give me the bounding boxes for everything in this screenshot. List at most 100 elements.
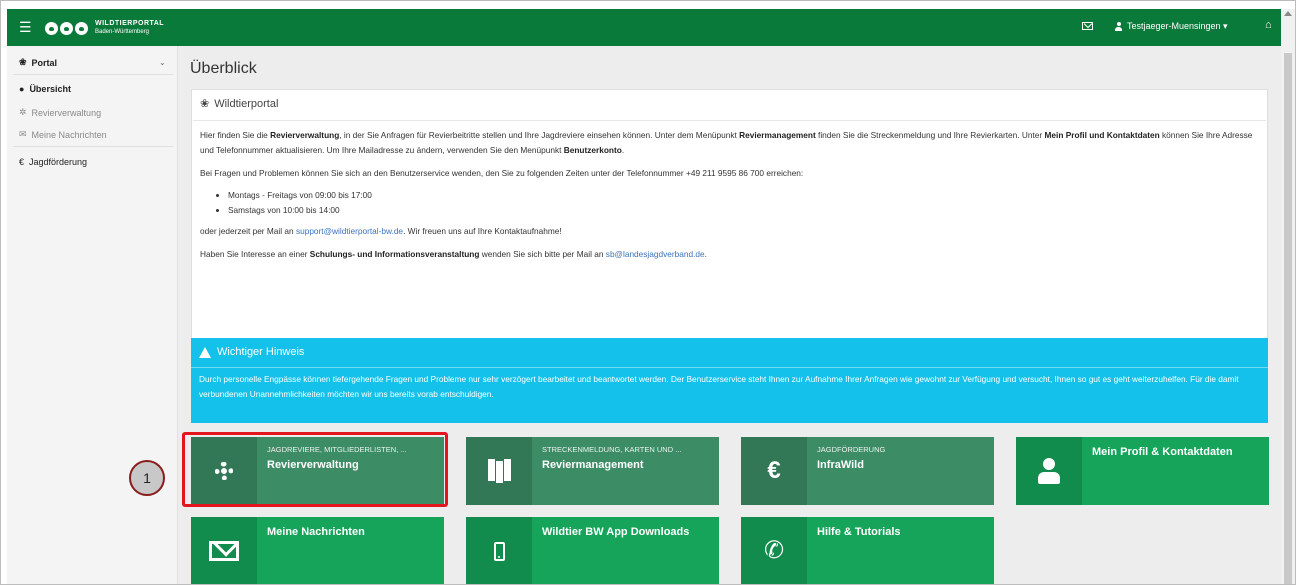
sidebar-item-jagdfoerderung[interactable]: € Jagdförderung	[19, 157, 87, 167]
intro-paragraph: Hier finden Sie die Revierverwaltung, in…	[200, 128, 1260, 158]
alert-title: Wichtiger Hinweis	[217, 346, 305, 358]
sidebar-divider	[13, 74, 173, 75]
text: .	[704, 249, 707, 259]
tile-infrawild[interactable]: € JAGDFÖRDERUNG InfraWild	[741, 437, 994, 505]
top-navbar: ☰ WILDTIERPORTAL Baden-Württemberg Testj…	[7, 9, 1281, 46]
mail-icon: ✉	[19, 129, 27, 139]
sidebar-section-label: Portal	[31, 57, 58, 68]
user-name: Testjaeger-Muensingen ▾	[1127, 21, 1228, 31]
tile-subtitle: STRECKENMELDUNG, KARTEN UND ...	[542, 445, 682, 454]
tile-subtitle: JAGDFÖRDERUNG	[817, 445, 886, 454]
mail-paragraph: oder jederzeit per Mail an support@wildt…	[200, 224, 1260, 239]
gear-icon: ✲	[19, 107, 27, 117]
bold-text: Benutzerkonto	[563, 145, 622, 155]
tile-icon-area	[191, 517, 257, 584]
map-icon	[487, 459, 511, 483]
text: . Wir freuen uns auf Ihre Kontaktaufnahm…	[403, 226, 562, 236]
portal-logo[interactable]: WILDTIERPORTAL Baden-Württemberg	[45, 20, 164, 36]
text: .	[621, 145, 625, 155]
user-menu[interactable]: Testjaeger-Muensingen ▾	[1115, 21, 1228, 32]
tile-title: Reviermanagement	[542, 459, 644, 471]
sidebar-item-nachrichten[interactable]: ✉ Meine Nachrichten	[19, 129, 107, 140]
step-callout: 1	[129, 460, 165, 496]
phone-icon: ✆	[763, 537, 785, 564]
panel-divider	[193, 120, 1266, 121]
list-item: Samstags von 10:00 bis 14:00	[228, 203, 372, 218]
sidebar-item-revierverwaltung[interactable]: ✲ Revierverwaltung	[19, 107, 101, 118]
tile-meine-nachrichten[interactable]: Meine Nachrichten	[191, 517, 444, 584]
logo-text: WILDTIERPORTAL Baden-Württemberg	[95, 20, 164, 36]
mobile-phone-icon	[493, 541, 505, 561]
logo-title: WILDTIERPORTAL	[95, 20, 165, 27]
logo-subtitle: Baden-Württemberg	[95, 29, 150, 35]
home-icon[interactable]: ⌂	[1265, 19, 1272, 31]
bold-text: Mein Profil und Kontaktdaten	[1044, 130, 1160, 140]
browser-frame: ☰ WILDTIERPORTAL Baden-Württemberg Testj…	[0, 0, 1296, 585]
info-panel: ❀ Wildtierportal Hier finden Sie die Rev…	[191, 89, 1268, 369]
bold-text: Reviermanagement	[739, 130, 816, 140]
paw-logo-icon	[45, 21, 58, 35]
important-notice: Wichtiger Hinweis Durch personelle Engpä…	[191, 338, 1268, 423]
sidebar-item-label: Revierverwaltung	[31, 107, 102, 118]
training-paragraph: Haben Sie Interesse an einer Schulungs- …	[200, 247, 1260, 262]
scroll-up-icon[interactable]	[1284, 11, 1292, 16]
support-paragraph: Bei Fragen und Problemen können Sie sich…	[200, 168, 804, 178]
sidebar-item-label: Meine Nachrichten	[31, 129, 107, 140]
text: Haben Sie Interesse an einer	[200, 249, 310, 259]
tile-icon-area: ✆	[741, 517, 807, 584]
tile-reviermanagement[interactable]: STRECKENMELDUNG, KARTEN UND ... Revierma…	[466, 437, 719, 505]
text: , in der Sie Anfragen für Revierbeitritt…	[339, 130, 740, 140]
paw-icon: ❀	[19, 57, 27, 67]
tile-title: Wildtier BW App Downloads	[542, 526, 690, 538]
sidebar-section-portal[interactable]: ❀ Portal	[19, 57, 57, 68]
tile-icon-area	[466, 437, 532, 505]
tile-icon-area	[466, 517, 532, 584]
hamburger-menu-icon[interactable]: ☰	[19, 20, 32, 34]
training-email-link[interactable]: sb@landesjagdverband.de	[606, 249, 705, 259]
list-item: Montags - Freitags von 09:00 bis 17:00	[228, 188, 372, 203]
sidebar-item-uebersicht[interactable]: ● Übersicht	[19, 84, 71, 94]
tile-app-downloads[interactable]: Wildtier BW App Downloads	[466, 517, 719, 584]
mail-icon[interactable]	[1082, 22, 1093, 30]
panel-title: Wildtierportal	[214, 97, 279, 110]
tile-mein-profil[interactable]: Mein Profil & Kontaktdaten	[1016, 437, 1269, 505]
tile-title: Mein Profil & Kontaktdaten	[1092, 446, 1233, 458]
tile-hilfe-tutorials[interactable]: ✆ Hilfe & Tutorials	[741, 517, 994, 584]
text: wenden Sie sich bitte per Mail an	[479, 249, 606, 259]
alert-header: Wichtiger Hinweis	[199, 346, 304, 358]
user-icon	[1115, 22, 1122, 31]
tile-icon-area: €	[741, 437, 807, 505]
envelope-icon	[209, 541, 239, 561]
tile-title: InfraWild	[817, 459, 864, 471]
sidebar-item-label: Übersicht	[29, 84, 71, 94]
page-title: Überblick	[190, 60, 257, 77]
alert-divider	[191, 367, 1268, 368]
chevron-down-icon[interactable]: ⌄	[159, 58, 166, 67]
text: oder jederzeit per Mail an	[200, 226, 296, 236]
tile-title: Meine Nachrichten	[267, 526, 365, 538]
binoculars-icon: ●	[19, 84, 25, 94]
alert-text: Durch personelle Engpässe können tieferg…	[199, 374, 1239, 399]
euro-icon: €	[767, 457, 781, 484]
euro-icon: €	[19, 157, 25, 167]
paw-logo-icon	[75, 21, 88, 35]
user-icon	[1038, 458, 1060, 484]
scrollbar-thumb[interactable]	[1284, 53, 1292, 584]
support-email-link[interactable]: support@wildtierportal-bw.de	[296, 226, 403, 236]
bold-text: Schulungs- und Informationsveranstaltung	[309, 249, 480, 259]
paw-icon: ❀	[200, 98, 210, 110]
warning-icon	[199, 346, 211, 358]
paw-logo-icon	[60, 21, 73, 35]
text: Hier finden Sie die	[200, 130, 271, 140]
hours-list: Montags - Freitags von 09:00 bis 17:00 S…	[214, 188, 372, 218]
tile-title: Hilfe & Tutorials	[817, 526, 901, 538]
sidebar-divider	[13, 146, 173, 147]
highlight-box	[182, 432, 448, 507]
bold-text: Revierverwaltung	[270, 130, 340, 140]
sidebar-item-label: Jagdförderung	[29, 157, 88, 167]
sidebar: ❀ Portal ⌄ ● Übersicht ✲ Revierverwaltun…	[7, 46, 178, 584]
panel-header: ❀ Wildtierportal	[200, 97, 279, 111]
page-scrollbar[interactable]	[1281, 9, 1295, 584]
tile-icon-area	[1016, 437, 1082, 505]
text: finden Sie die Streckenmeldung und Ihre …	[815, 130, 1045, 140]
